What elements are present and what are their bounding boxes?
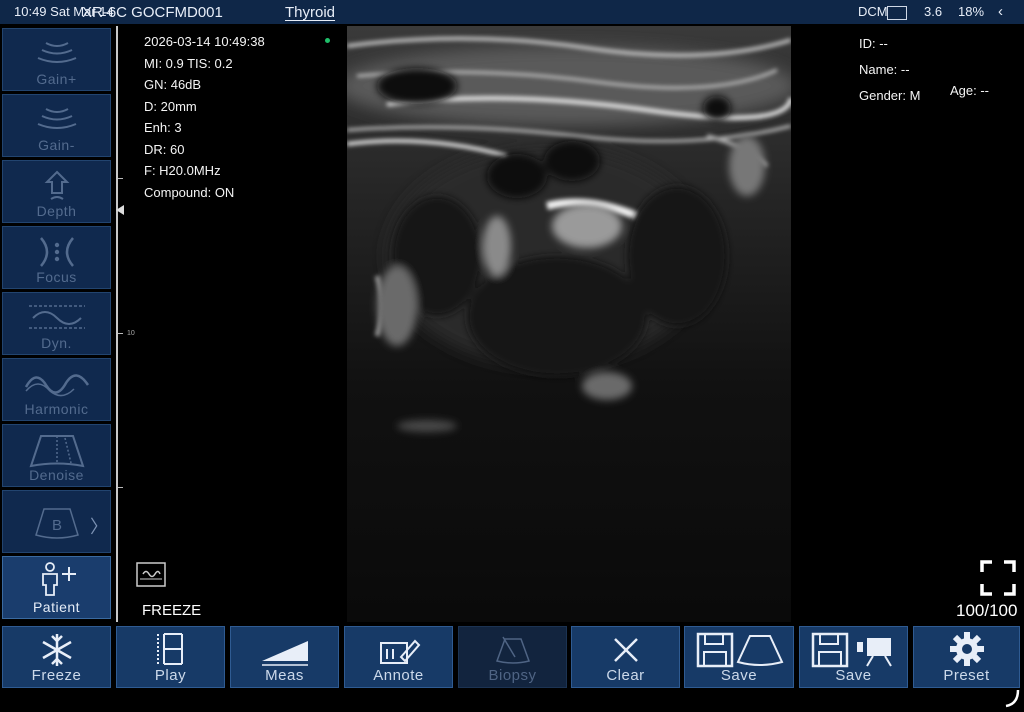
annotate-button[interactable]: Annote bbox=[344, 626, 453, 688]
svg-text:B: B bbox=[51, 517, 61, 534]
gain-up-label: Gain+ bbox=[36, 71, 77, 87]
clear-button[interactable]: Clear bbox=[571, 626, 680, 688]
freeze-button[interactable]: Freeze bbox=[2, 626, 111, 688]
patient-button[interactable]: Patient bbox=[2, 556, 111, 619]
denoise-button[interactable]: Denoise bbox=[2, 424, 111, 487]
gain-down-button[interactable]: Gain- bbox=[2, 94, 111, 157]
chevron-left-icon[interactable]: ‹ bbox=[998, 3, 1003, 20]
gain-up-icon bbox=[37, 42, 76, 63]
depth-tick bbox=[118, 178, 123, 179]
save-image-label: Save bbox=[720, 667, 758, 684]
harmonic-button[interactable]: Harmonic bbox=[2, 358, 111, 421]
play-label: Play bbox=[154, 667, 187, 684]
probe-status-dot bbox=[325, 38, 330, 43]
preset-button[interactable]: Preset bbox=[913, 626, 1020, 688]
harmonic-icon bbox=[24, 374, 89, 397]
mi-tis-value: MI: 0.9 TIS: 0.2 bbox=[144, 55, 233, 71]
depth-button[interactable]: Depth bbox=[2, 160, 111, 223]
patient-icon bbox=[41, 562, 76, 596]
measure-label: Meas bbox=[265, 667, 304, 684]
battery-level: 18% bbox=[958, 4, 985, 19]
biopsy-button[interactable]: Biopsy bbox=[458, 626, 567, 688]
focus-icon bbox=[39, 237, 74, 267]
patient-id: ID: -- bbox=[859, 36, 888, 51]
patient-label: Patient bbox=[32, 599, 81, 615]
cine-loop-icon[interactable] bbox=[136, 562, 166, 587]
dynamic-range-button[interactable]: Dyn. bbox=[2, 292, 111, 355]
focus-label: Focus bbox=[36, 269, 77, 285]
biopsy-icon bbox=[495, 636, 530, 664]
image-parameters: 2026-03-14 10:49:38 MI: 0.9 TIS: 0.2 GN:… bbox=[144, 31, 265, 203]
b-mode-button[interactable]: B 〉 bbox=[2, 490, 111, 553]
clear-label: Clear bbox=[606, 667, 645, 684]
dicom-icon[interactable] bbox=[887, 6, 907, 20]
patient-age: Age: -- bbox=[950, 83, 990, 98]
clear-icon bbox=[613, 638, 638, 662]
annotate-icon bbox=[379, 639, 420, 664]
harmonic-label: Harmonic bbox=[24, 401, 89, 417]
gear-icon bbox=[949, 632, 984, 666]
depth-tick-label: 10 bbox=[127, 330, 135, 337]
depth-tick bbox=[118, 487, 123, 488]
play-icon bbox=[156, 633, 183, 665]
frequency-value: F: H20.0MHz bbox=[144, 163, 221, 178]
denoise-label: Denoise bbox=[29, 467, 84, 483]
dynamic-range-icon bbox=[28, 305, 85, 329]
patient-info: ID: -- Name: -- Gender: M bbox=[859, 31, 920, 109]
play-button[interactable]: Play bbox=[116, 626, 225, 688]
exam-preset-title[interactable]: Thyroid bbox=[285, 4, 335, 21]
compound-value: Compound: ON bbox=[144, 184, 235, 200]
b-mode-icon: B bbox=[34, 508, 79, 539]
dynamic-range-value: DR: 60 bbox=[144, 141, 185, 157]
freeze-status: FREEZE bbox=[142, 602, 202, 619]
save-video-button[interactable]: Save bbox=[799, 626, 908, 688]
annotate-label: Annote bbox=[373, 667, 424, 684]
signal-value: 3.6 bbox=[924, 4, 943, 19]
depth-label: Depth bbox=[36, 203, 77, 219]
gain-down-icon bbox=[37, 108, 76, 129]
biopsy-label: Biopsy bbox=[488, 667, 537, 684]
save-video-icon bbox=[811, 632, 892, 668]
depth-scale bbox=[116, 26, 118, 622]
snowflake-icon bbox=[41, 634, 72, 666]
preset-label: Preset bbox=[943, 667, 990, 684]
fullscreen-icon[interactable] bbox=[980, 560, 1016, 596]
status-bar: 10:49 Sat Mar 14 XR-6C GOCFMD001 Thyroid… bbox=[0, 0, 1024, 24]
save-video-label: Save bbox=[835, 667, 872, 684]
depth-icon bbox=[44, 170, 69, 200]
dynamic-range-label: Dyn. bbox=[41, 335, 72, 351]
measure-icon bbox=[261, 641, 308, 666]
ultrasound-image[interactable] bbox=[347, 26, 791, 622]
device-id: XR-6C GOCFMD001 bbox=[82, 4, 223, 21]
save-image-icon bbox=[696, 632, 784, 668]
freeze-label: Freeze bbox=[31, 667, 82, 684]
depth-value: D: 20mm bbox=[144, 98, 197, 114]
exam-datetime: 2026-03-14 10:49:38 bbox=[144, 34, 265, 49]
save-image-button[interactable]: Save bbox=[684, 626, 794, 688]
denoise-icon bbox=[29, 435, 84, 468]
gain-down-label: Gain- bbox=[38, 137, 75, 153]
focus-button[interactable]: Focus bbox=[2, 226, 111, 289]
gain-value: GN: 46dB bbox=[144, 77, 202, 92]
chevron-right-icon[interactable]: 〉 bbox=[90, 513, 108, 539]
frame-counter: 100/100 bbox=[956, 601, 1018, 620]
gain-up-button[interactable]: Gain+ bbox=[2, 28, 111, 91]
depth-tick bbox=[118, 333, 123, 334]
patient-name: Name: -- bbox=[859, 62, 910, 77]
resize-corner-icon bbox=[1005, 689, 1020, 708]
patient-gender: Gender: M bbox=[859, 88, 921, 103]
focus-marker[interactable] bbox=[116, 205, 124, 215]
enhance-value: Enh: 3 bbox=[144, 120, 182, 135]
measure-button[interactable]: Meas bbox=[230, 626, 339, 688]
dicom-label: DCM bbox=[858, 4, 888, 19]
